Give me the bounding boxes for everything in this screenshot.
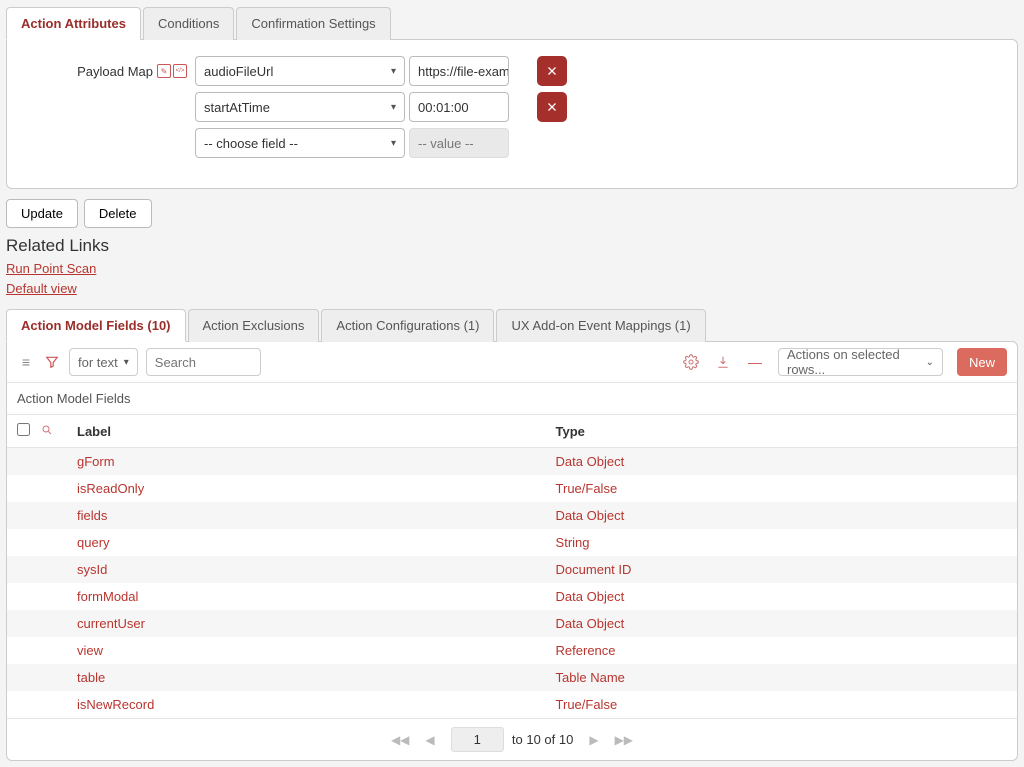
chevron-down-icon: ▾ — [391, 102, 396, 113]
table-row: isNewRecordTrue/False — [7, 691, 1017, 718]
filter-mode-select[interactable]: for text ▾ — [69, 348, 138, 376]
table-row: fieldsData Object — [7, 502, 1017, 529]
select-all-checkbox[interactable] — [17, 423, 30, 436]
delete-button[interactable]: Delete — [84, 199, 152, 228]
table-row: gFormData Object — [7, 448, 1017, 476]
cell-type[interactable]: String — [546, 529, 1017, 556]
cell-type[interactable]: Data Object — [546, 502, 1017, 529]
cell-type[interactable]: Document ID — [546, 556, 1017, 583]
page-range-text: to 10 of 10 — [512, 732, 573, 747]
column-header-type[interactable]: Type — [546, 415, 1017, 448]
action-attributes-panel: Payload Map ✎</> audioFileUrl▾https://file… — [6, 39, 1018, 189]
payload-value-input[interactable]: 00:01:00 — [409, 92, 509, 122]
filter-mode-label: for text — [78, 355, 118, 370]
remove-row-button[interactable] — [537, 92, 567, 122]
chevron-down-icon: ▾ — [391, 138, 396, 149]
related-links-heading: Related Links — [6, 236, 1018, 256]
payload-value-input[interactable]: https://file-example — [409, 56, 509, 86]
payload-row: Payload Map ✎</> audioFileUrl▾https://file… — [25, 56, 999, 86]
page-number-input[interactable]: 1 — [451, 727, 504, 752]
cell-label[interactable]: formModal — [67, 583, 546, 610]
payload-field-select[interactable]: startAtTime▾ — [195, 92, 405, 122]
cell-label[interactable]: fields — [67, 502, 546, 529]
cell-label[interactable]: sysId — [67, 556, 546, 583]
remove-row-button[interactable] — [537, 56, 567, 86]
menu-icon[interactable]: ≡ — [17, 353, 35, 371]
cell-label[interactable]: view — [67, 637, 546, 664]
tab-action-exclusions[interactable]: Action Exclusions — [188, 309, 320, 342]
payload-map-label: Payload Map — [77, 64, 153, 79]
cell-label[interactable]: query — [67, 529, 546, 556]
search-column-icon[interactable] — [41, 424, 53, 439]
last-page-icon[interactable]: ▶▶ — [615, 733, 633, 747]
cell-type[interactable]: Data Object — [546, 583, 1017, 610]
cell-label[interactable]: currentUser — [67, 610, 546, 637]
form-action-row: Update Delete — [6, 199, 1018, 228]
payload-field-select[interactable]: -- choose field --▾ — [195, 128, 405, 158]
tab-action-model-fields-10-[interactable]: Action Model Fields (10) — [6, 309, 186, 342]
first-page-icon[interactable]: ◀◀ — [391, 733, 409, 747]
list-section-title: Action Model Fields — [7, 383, 1017, 415]
table-row: formModalData Object — [7, 583, 1017, 610]
related-link[interactable]: Default view — [6, 279, 1018, 299]
bulk-actions-select[interactable]: Actions on selected rows... ⌄ — [778, 348, 943, 376]
chevron-down-icon: ▾ — [124, 357, 129, 368]
table-row: viewReference — [7, 637, 1017, 664]
tree-edit-icon[interactable]: ✎ — [157, 64, 171, 78]
code-edit-icon[interactable]: </> — [173, 64, 187, 78]
tab-conditions[interactable]: Conditions — [143, 7, 234, 40]
update-button[interactable]: Update — [6, 199, 78, 228]
search-input[interactable] — [146, 348, 261, 376]
tab-confirmation-settings[interactable]: Confirmation Settings — [236, 7, 390, 40]
cell-type[interactable]: Data Object — [546, 610, 1017, 637]
cell-type[interactable]: Reference — [546, 637, 1017, 664]
chevron-down-icon: ⌄ — [926, 357, 934, 368]
table-row: isReadOnlyTrue/False — [7, 475, 1017, 502]
payload-field-select[interactable]: audioFileUrl▾ — [195, 56, 405, 86]
filter-icon[interactable] — [43, 353, 61, 371]
new-button[interactable]: New — [957, 348, 1007, 376]
model-fields-table: Label Type gFormData ObjectisReadOnlyTru… — [7, 415, 1017, 718]
prev-page-icon[interactable]: ◀ — [425, 733, 434, 747]
payload-row: startAtTime▾00:01:00 — [25, 92, 999, 122]
cell-type[interactable]: True/False — [546, 475, 1017, 502]
tab-action-configurations-1-[interactable]: Action Configurations (1) — [321, 309, 494, 342]
table-row: sysIdDocument ID — [7, 556, 1017, 583]
tab-action-attributes[interactable]: Action Attributes — [6, 7, 141, 40]
tab-ux-add-on-event-mappings-1-[interactable]: UX Add-on Event Mappings (1) — [496, 309, 705, 342]
list-toolbar: ≡ for text ▾ — Actions on selected rows.… — [7, 342, 1017, 383]
remove-line-icon[interactable]: — — [746, 353, 764, 371]
payload-value-input: -- value -- — [409, 128, 509, 158]
table-row: currentUserData Object — [7, 610, 1017, 637]
table-row: queryString — [7, 529, 1017, 556]
payload-row: -- choose field --▾-- value -- — [25, 128, 999, 158]
column-header-label[interactable]: Label — [67, 415, 546, 448]
gear-icon[interactable] — [682, 353, 700, 371]
next-page-icon[interactable]: ▶ — [589, 733, 598, 747]
cell-label[interactable]: isNewRecord — [67, 691, 546, 718]
lower-tab-bar: Action Model Fields (10)Action Exclusion… — [6, 308, 1018, 341]
table-header-controls — [7, 415, 67, 448]
cell-label[interactable]: gForm — [67, 448, 546, 476]
cell-type[interactable]: True/False — [546, 691, 1017, 718]
download-icon[interactable] — [714, 353, 732, 371]
cell-type[interactable]: Data Object — [546, 448, 1017, 476]
bulk-actions-label: Actions on selected rows... — [787, 347, 926, 377]
cell-label[interactable]: isReadOnly — [67, 475, 546, 502]
chevron-down-icon: ▾ — [391, 66, 396, 77]
list-panel: ≡ for text ▾ — Actions on selected rows.… — [6, 341, 1018, 761]
upper-tab-bar: Action AttributesConditionsConfirmation … — [6, 6, 1018, 39]
related-link[interactable]: Run Point Scan — [6, 259, 1018, 279]
pagination: ◀◀ ◀ 1 to 10 of 10 ▶ ▶▶ — [7, 718, 1017, 760]
